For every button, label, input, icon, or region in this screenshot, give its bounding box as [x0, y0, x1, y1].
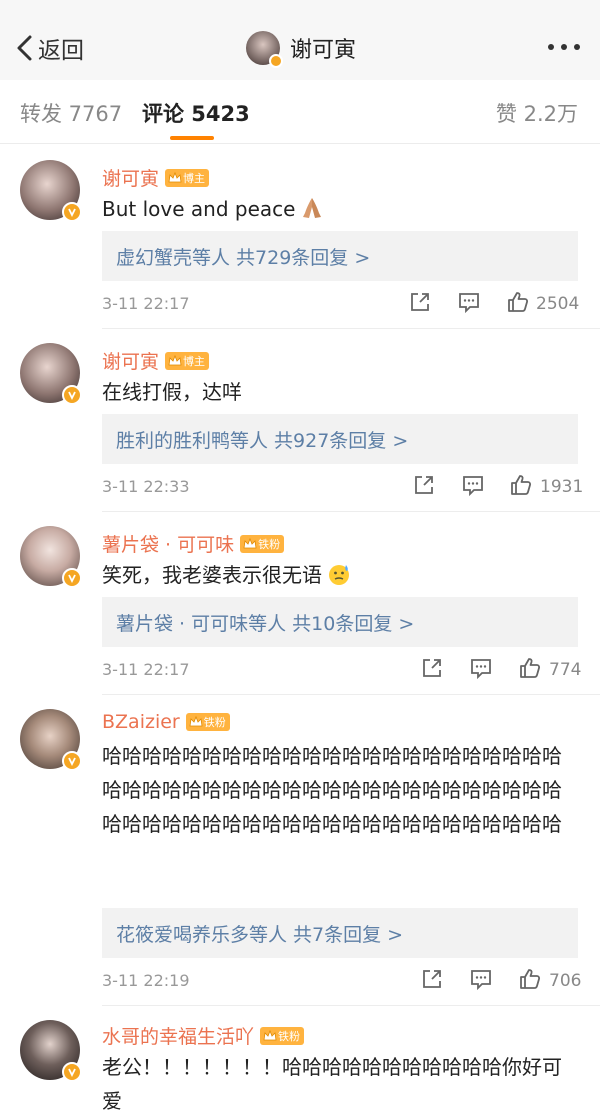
tab-bar: 转发 7767 评论 5423 赞 2.2万 — [0, 80, 600, 144]
crown-icon — [243, 537, 257, 548]
reply-link[interactable]: 薯片袋 · 可可味等人 共10条回复 > — [116, 609, 414, 636]
divider — [102, 694, 600, 695]
verified-badge-icon — [62, 751, 82, 771]
chevron-left-icon — [17, 35, 32, 61]
reply-summary[interactable]: 薯片袋 · 可可味等人 共10条回复 > — [102, 597, 578, 647]
author-tag: 铁粉 — [260, 1026, 305, 1045]
comment-meta: 3-11 22:17 774 — [102, 656, 582, 686]
tag-label: 铁粉 — [278, 1029, 301, 1043]
comment-icon[interactable] — [457, 290, 481, 318]
comment-icon[interactable] — [461, 473, 485, 501]
author-tag: 铁粉 — [185, 713, 230, 731]
like-count: 1931 — [540, 477, 584, 497]
reply-summary[interactable]: 虚幻蟹壳等人 共729条回复 > — [102, 231, 578, 281]
divider — [0, 143, 600, 144]
comment-icon[interactable] — [469, 967, 493, 995]
comment-author[interactable]: 薯片袋 · 可可味 — [102, 530, 234, 557]
like-icon[interactable] — [518, 967, 542, 995]
crown-icon — [189, 715, 203, 727]
comment-author[interactable]: 谢可寅 — [102, 164, 159, 191]
avatar[interactable] — [20, 1020, 82, 1082]
page-title: 谢可寅 — [246, 30, 357, 68]
crown-icon — [168, 171, 182, 182]
tab-forward[interactable]: 转发 7767 — [20, 98, 122, 128]
avatar[interactable] — [20, 709, 82, 771]
timestamp: 3-11 22:33 — [102, 477, 190, 496]
comment-author[interactable]: 水哥的幸福生活吖 — [102, 1022, 254, 1049]
sweat-face-emoji-icon — [329, 565, 349, 585]
comment-text: But love and peace — [102, 192, 572, 226]
like-count: 774 — [549, 660, 582, 680]
comment-text: 老公！！！！！！！哈哈哈哈哈哈哈哈哈哈哈你好可爱 — [102, 1055, 562, 1113]
comment-meta: 3-11 22:19 706 — [102, 967, 582, 997]
title-text: 谢可寅 — [290, 38, 357, 63]
comment-text: 笑死，我老婆表示很无语 — [102, 558, 572, 592]
verified-badge-icon — [62, 568, 82, 588]
author-tag: 博主 — [165, 351, 210, 370]
comment-icon[interactable] — [469, 656, 493, 684]
avatar[interactable] — [20, 526, 82, 588]
like-icon[interactable] — [506, 290, 530, 318]
author-tag: 铁粉 — [240, 534, 285, 553]
verified-badge-icon — [269, 54, 283, 68]
crown-icon — [263, 1029, 277, 1040]
share-icon[interactable] — [408, 290, 432, 318]
reply-summary[interactable]: 胜利的胜利鸭等人 共927条回复 > — [102, 414, 578, 464]
tab-indicator — [170, 136, 214, 140]
like-icon[interactable] — [509, 473, 533, 501]
back-button[interactable]: 返回 — [14, 26, 84, 70]
like-count: 2504 — [536, 294, 580, 314]
tag-label: 博主 — [183, 171, 206, 185]
tag-label: 博主 — [183, 354, 206, 368]
tab-likes[interactable]: 赞 2.2万 — [496, 98, 578, 128]
timestamp: 3-11 22:19 — [102, 971, 190, 990]
like-icon[interactable] — [518, 656, 542, 684]
like-count: 706 — [549, 971, 582, 991]
tab-comments[interactable]: 评论 5423 — [142, 98, 250, 128]
comment-author[interactable]: 谢可寅 — [102, 347, 159, 374]
comment-body: 笑死，我老婆表示很无语 — [102, 563, 322, 587]
comment-meta: 3-11 22:33 1931 — [102, 473, 583, 503]
author-tag: 博主 — [165, 168, 210, 187]
divider — [102, 511, 600, 512]
comment-body: But love and peace — [102, 197, 296, 221]
top-bar: 返回 谢可寅 — [0, 0, 600, 80]
tag-label: 铁粉 — [203, 716, 226, 729]
avatar[interactable] — [246, 31, 283, 68]
reply-summary[interactable]: 花筱爱喝养乐多等人 共7条回复 > — [102, 908, 578, 958]
reply-link[interactable]: 胜利的胜利鸭等人 共927条回复 > — [116, 426, 408, 453]
verified-badge-icon — [62, 202, 82, 222]
folded-hands-icon — [303, 198, 322, 218]
share-icon[interactable] — [412, 473, 436, 501]
verified-badge-icon — [62, 385, 82, 405]
comment-meta: 3-11 22:17 2504 — [102, 290, 580, 320]
reply-link[interactable]: 虚幻蟹壳等人 共729条回复 > — [116, 243, 370, 270]
crown-icon — [168, 354, 182, 365]
comment-author[interactable]: BZaizier — [102, 711, 180, 733]
avatar[interactable] — [20, 343, 82, 405]
divider — [102, 1005, 600, 1006]
share-icon[interactable] — [420, 967, 444, 995]
avatar[interactable] — [20, 160, 82, 222]
divider — [102, 328, 600, 329]
timestamp: 3-11 22:17 — [102, 294, 190, 313]
comment-text: 哈哈哈哈哈哈哈哈哈哈哈哈哈哈哈哈哈哈哈哈哈哈哈哈哈哈哈哈哈哈哈哈哈哈哈哈哈哈哈哈… — [102, 744, 562, 836]
timestamp: 3-11 22:17 — [102, 660, 190, 679]
reply-link[interactable]: 花筱爱喝养乐多等人 共7条回复 > — [116, 920, 403, 947]
more-icon[interactable] — [548, 44, 580, 50]
share-icon[interactable] — [420, 656, 444, 684]
back-label: 返回 — [38, 38, 84, 64]
comment-text: 在线打假，达咩 — [102, 380, 242, 404]
tag-label: 铁粉 — [258, 537, 281, 551]
verified-badge-icon — [62, 1062, 82, 1082]
